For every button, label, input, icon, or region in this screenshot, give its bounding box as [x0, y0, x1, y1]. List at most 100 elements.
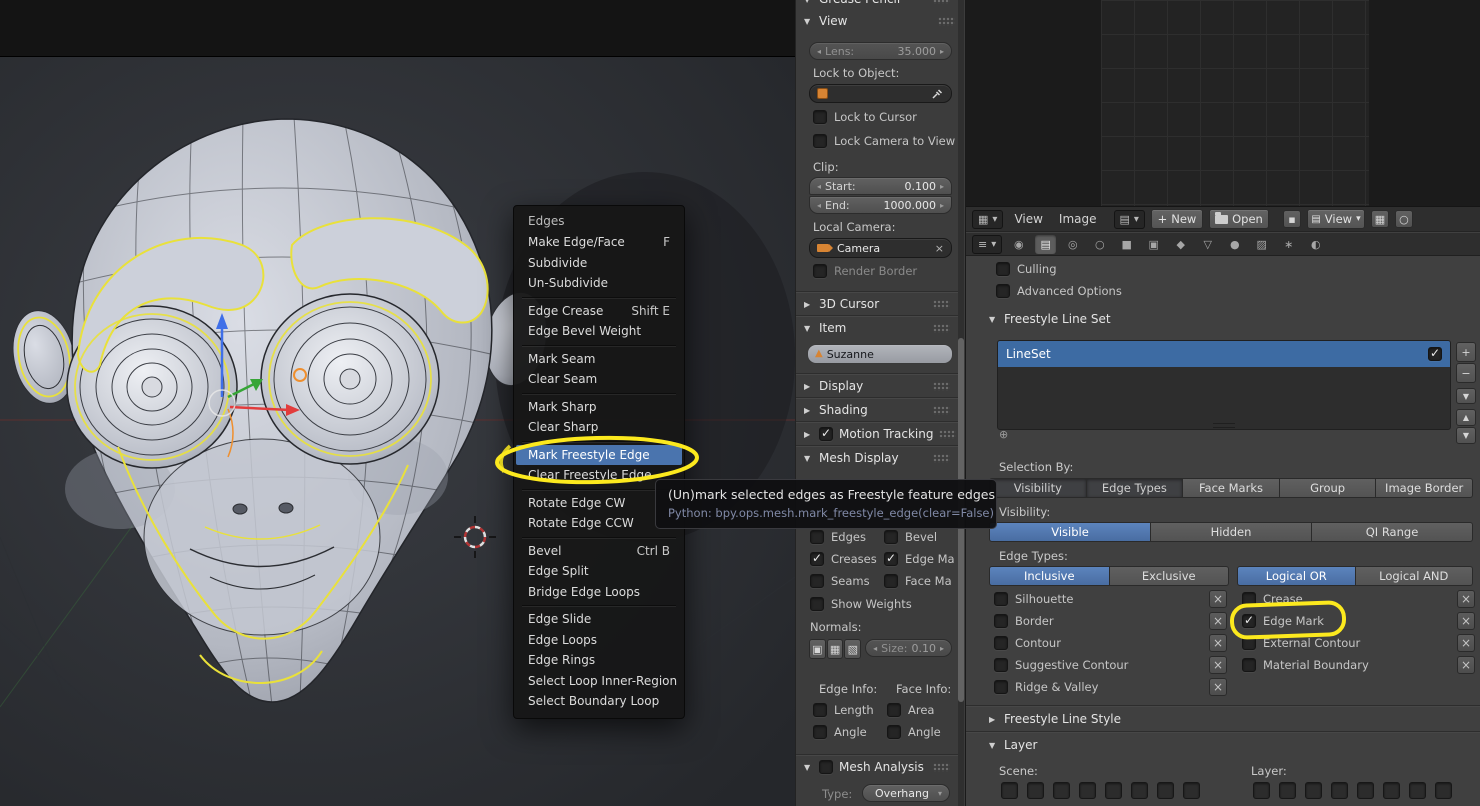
- silhouette-exclude-icon[interactable]: ×: [1209, 590, 1227, 608]
- tab-modifiers-icon[interactable]: ◆: [1170, 235, 1191, 254]
- overlay-bevel-row[interactable]: Bevel: [884, 530, 937, 544]
- lineset-enabled-checkbox[interactable]: [1428, 347, 1442, 361]
- menu-item[interactable]: BevelCtrl B: [514, 541, 684, 562]
- increment-arrow-icon[interactable]: ▸: [940, 644, 944, 653]
- area-checkbox[interactable]: [887, 703, 901, 717]
- lock-to-cursor-row[interactable]: Lock to Cursor: [813, 110, 917, 124]
- contour-checkbox[interactable]: [994, 636, 1008, 650]
- panel-header-shading[interactable]: ▶ Shading: [796, 398, 958, 417]
- render-border-row[interactable]: Render Border: [813, 264, 917, 278]
- overlay-edges-row[interactable]: Edges: [810, 530, 866, 544]
- ridge-valley-row[interactable]: Ridge & Valley: [994, 680, 1098, 694]
- menu-item[interactable]: Make Edge/FaceF: [514, 232, 684, 253]
- menu-view[interactable]: View: [1009, 212, 1047, 226]
- contour-row[interactable]: Contour: [994, 636, 1061, 650]
- hidden-button[interactable]: Hidden: [1151, 522, 1312, 542]
- edge-mark-row[interactable]: Edge Mark: [1242, 614, 1324, 628]
- browse-image-dropdown[interactable]: ▤▾: [1114, 210, 1145, 229]
- view-mode-dropdown[interactable]: ▤View▾: [1307, 209, 1365, 229]
- layer-toggle[interactable]: [1053, 782, 1070, 799]
- selection-visibility-button[interactable]: Visibility: [989, 478, 1087, 498]
- tab-world-icon[interactable]: ○: [1089, 235, 1110, 254]
- lineset-list[interactable]: LineSet: [997, 340, 1451, 430]
- clip-end-field[interactable]: ◂ End: 1000.000 ▸: [809, 196, 952, 214]
- panel-grip-icon[interactable]: [933, 0, 950, 4]
- lineset-specials-icon[interactable]: ▼: [1456, 388, 1476, 404]
- type-dropdown[interactable]: Overhang ▾: [862, 784, 950, 802]
- advanced-options-checkbox[interactable]: [996, 284, 1010, 298]
- menu-item[interactable]: Edge CreaseShift E: [514, 301, 684, 322]
- face-angle-row[interactable]: Angle: [887, 725, 941, 739]
- draw-channels-icon[interactable]: ▦: [1371, 210, 1389, 228]
- panel-grip-icon[interactable]: [933, 324, 950, 333]
- suggestive-contour-exclude-icon[interactable]: ×: [1209, 656, 1227, 674]
- new-image-button[interactable]: +New: [1151, 209, 1203, 229]
- render-border-checkbox[interactable]: [813, 264, 827, 278]
- menu-item[interactable]: Mark Sharp: [514, 397, 684, 418]
- menu-item[interactable]: Mark Seam: [514, 349, 684, 370]
- layer-toggle[interactable]: [1157, 782, 1174, 799]
- panel-header-mesh-display[interactable]: ▼ Mesh Display: [796, 446, 958, 465]
- ridge-valley-exclude-icon[interactable]: ×: [1209, 678, 1227, 696]
- creases-checkbox[interactable]: [810, 552, 824, 566]
- panel-grip-icon[interactable]: [939, 430, 956, 439]
- increment-arrow-icon[interactable]: ▸: [940, 182, 944, 191]
- motion-tracking-checkbox[interactable]: [819, 427, 833, 441]
- seams-checkbox[interactable]: [810, 574, 824, 588]
- layer-toggle[interactable]: [1001, 782, 1018, 799]
- menu-item[interactable]: Select Loop Inner-Region: [514, 671, 684, 692]
- decrement-arrow-icon[interactable]: ◂: [817, 201, 821, 210]
- panel-grip-icon[interactable]: [933, 406, 950, 415]
- crease-row[interactable]: Crease: [1242, 592, 1303, 606]
- edge-mark-checkbox[interactable]: [1242, 614, 1256, 628]
- panel-header-view[interactable]: ▼ View: [804, 14, 955, 28]
- material-boundary-checkbox[interactable]: [1242, 658, 1256, 672]
- material-boundary-row[interactable]: Material Boundary: [1242, 658, 1369, 672]
- layer-toggle[interactable]: [1279, 782, 1296, 799]
- contour-exclude-icon[interactable]: ×: [1209, 634, 1227, 652]
- logical-or-button[interactable]: Logical OR: [1237, 566, 1356, 586]
- border-checkbox[interactable]: [994, 614, 1008, 628]
- external-contour-exclude-icon[interactable]: ×: [1457, 634, 1475, 652]
- increment-arrow-icon[interactable]: ▸: [940, 201, 944, 210]
- lock-camera-row[interactable]: Lock Camera to View: [813, 134, 955, 148]
- show-weights-row[interactable]: Show Weights: [810, 597, 912, 611]
- editor-type-dropdown[interactable]: ▦▾: [972, 210, 1003, 229]
- tab-render-icon[interactable]: ◉: [1008, 235, 1029, 254]
- menu-item[interactable]: Clear Sharp: [514, 417, 684, 438]
- object-name-field[interactable]: ▲ Suzanne: [807, 344, 953, 364]
- panel-header-item[interactable]: ▼ Item: [796, 316, 958, 335]
- move-down-icon[interactable]: ▼: [1456, 427, 1476, 444]
- inclusive-button[interactable]: Inclusive: [989, 566, 1110, 586]
- remove-lineset-button[interactable]: −: [1456, 363, 1476, 383]
- external-contour-checkbox[interactable]: [1242, 636, 1256, 650]
- layer-toggle[interactable]: [1079, 782, 1096, 799]
- advanced-options-row[interactable]: Advanced Options: [996, 284, 1122, 298]
- edge-length-row[interactable]: Length: [813, 703, 874, 717]
- edge-mark-exclude-icon[interactable]: ×: [1457, 612, 1475, 630]
- menu-item[interactable]: Un-Subdivide: [514, 273, 684, 294]
- menu-item-mark-freestyle-edge[interactable]: Mark Freestyle Edge: [516, 445, 682, 466]
- panel-header-display[interactable]: ▶ Display: [796, 374, 958, 393]
- layer-toggle[interactable]: [1131, 782, 1148, 799]
- clip-start-field[interactable]: ◂ Start: 0.100 ▸: [809, 177, 952, 195]
- qi-range-button[interactable]: QI Range: [1312, 522, 1473, 542]
- selection-face-marks-button[interactable]: Face Marks: [1183, 478, 1280, 498]
- selection-image-border-button[interactable]: Image Border: [1376, 478, 1473, 498]
- tab-particles-icon[interactable]: ∗: [1278, 235, 1299, 254]
- exclusive-button[interactable]: Exclusive: [1110, 566, 1230, 586]
- tab-material-icon[interactable]: ●: [1224, 235, 1245, 254]
- material-boundary-exclude-icon[interactable]: ×: [1457, 656, 1475, 674]
- face-area-row[interactable]: Area: [887, 703, 934, 717]
- tab-object-icon[interactable]: ■: [1116, 235, 1137, 254]
- menu-image[interactable]: Image: [1054, 212, 1102, 226]
- layer-toggle[interactable]: [1253, 782, 1270, 799]
- tab-render-layers-icon[interactable]: ▤: [1035, 235, 1056, 254]
- lineset-row[interactable]: LineSet: [998, 341, 1450, 367]
- panel-header-layer[interactable]: ▼ Layer: [966, 732, 1480, 752]
- face-normals-icon[interactable]: ▧: [844, 639, 861, 659]
- length-checkbox[interactable]: [813, 703, 827, 717]
- suggestive-contour-row[interactable]: Suggestive Contour: [994, 658, 1128, 672]
- open-image-button[interactable]: Open: [1209, 209, 1269, 229]
- panel-grip-icon[interactable]: [933, 454, 950, 463]
